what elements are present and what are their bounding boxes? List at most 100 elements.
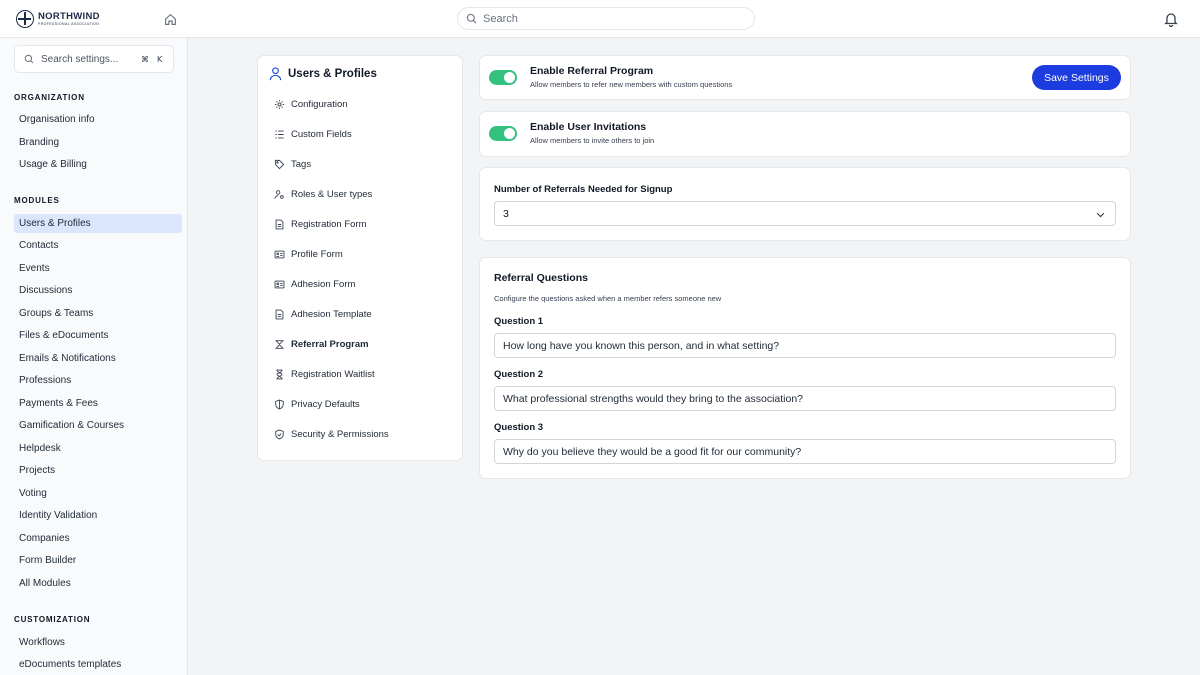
submenu-title: Users & Profiles (288, 67, 377, 80)
sidebar-item-helpdesk[interactable]: Helpdesk (14, 439, 182, 458)
users-profiles-submenu: Users & Profiles Configuration Custom Fi… (257, 55, 463, 461)
question-2-label: Question 2 (494, 369, 544, 380)
submenu-item-label: Privacy Defaults (291, 398, 360, 410)
search-icon (24, 54, 34, 64)
id-card-icon (274, 250, 285, 258)
hourglass-icon (276, 369, 283, 379)
keyboard-shortcut: ⌘ K (141, 55, 162, 64)
settings-search-input[interactable] (41, 53, 129, 65)
global-search[interactable] (457, 7, 755, 30)
submenu-item-label: Configuration (291, 98, 348, 110)
referrals-needed-select[interactable]: 3 (494, 201, 1116, 226)
sidebar-item-discussions[interactable]: Discussions (14, 281, 182, 300)
sidebar-item-all-modules[interactable]: All Modules (14, 574, 182, 593)
brand-tagline: PROFESSIONAL ASSOCIATION (38, 21, 100, 26)
question-3-label: Question 3 (494, 422, 544, 433)
referral-questions-title: Referral Questions (494, 272, 588, 284)
submenu-item-configuration[interactable]: Configuration (274, 95, 348, 113)
referrals-needed-value: 3 (503, 207, 509, 220)
k-key: K (157, 54, 163, 64)
submenu-item-label: Security & Permissions (291, 428, 389, 440)
submenu-item-privacy-defaults[interactable]: Privacy Defaults (274, 395, 360, 413)
list-icon (275, 130, 284, 138)
section-title-customization: CUSTOMIZATION (14, 615, 91, 624)
sidebar-item-contacts[interactable]: Contacts (14, 236, 182, 255)
sidebar-item-identity-validation[interactable]: Identity Validation (14, 506, 182, 525)
sidebar-item-files-edocuments[interactable]: Files & eDocuments (14, 326, 182, 345)
shield-check-icon (275, 429, 284, 439)
referral-questions-description: Configure the questions asked when a mem… (494, 294, 722, 303)
search-icon (466, 13, 477, 24)
section-title-modules: MODULES (14, 196, 60, 205)
referral-icon (275, 339, 284, 349)
submenu-item-label: Registration Form (291, 218, 367, 230)
section-title-organization: ORGANIZATION (14, 93, 85, 102)
submenu-item-roles-user-types[interactable]: Roles & User types (274, 185, 372, 203)
sidebar-item-users-profiles[interactable]: Users & Profiles (14, 214, 182, 233)
submenu-item-custom-fields[interactable]: Custom Fields (274, 125, 352, 143)
command-key: ⌘ (141, 54, 149, 64)
sidebar-item-usage-billing[interactable]: Usage & Billing (14, 155, 182, 174)
submenu-item-tags[interactable]: Tags (274, 155, 311, 173)
notifications-bell-icon[interactable] (1163, 11, 1179, 28)
submenu-item-registration-form[interactable]: Registration Form (274, 215, 367, 233)
submenu-item-label: Tags (291, 158, 312, 170)
submenu-item-registration-waitlist[interactable]: Registration Waitlist (274, 365, 375, 383)
sidebar-item-workflows[interactable]: Workflows (14, 633, 182, 652)
question-1-label: Question 1 (494, 316, 544, 327)
sidebar-item-companies[interactable]: Companies (14, 529, 182, 548)
gear-icon (275, 99, 284, 109)
sidebar-item-voting[interactable]: Voting (14, 484, 182, 503)
document-icon (275, 309, 284, 319)
sidebar-item-events[interactable]: Events (14, 259, 182, 278)
tag-icon (274, 159, 285, 169)
submenu-item-label: Custom Fields (291, 128, 352, 140)
user-invitations-title: Enable User Invitations (530, 121, 647, 133)
sidebar-item-payments-fees[interactable]: Payments & Fees (14, 394, 182, 413)
chevron-down-icon (1096, 212, 1105, 218)
submenu-header: Users & Profiles (268, 66, 377, 81)
brand-logo[interactable]: NORTHWIND PROFESSIONAL ASSOCIATION (16, 10, 100, 28)
sidebar-item-form-builder[interactable]: Form Builder (14, 551, 182, 570)
sidebar-item-professions[interactable]: Professions (14, 371, 182, 390)
global-search-input[interactable] (483, 12, 743, 25)
submenu-item-security-permissions[interactable]: Security & Permissions (274, 425, 389, 443)
compass-logo-icon (16, 10, 34, 28)
home-icon[interactable] (162, 11, 178, 27)
user-roles-icon (274, 189, 284, 199)
submenu-item-referral-program[interactable]: Referral Program (274, 335, 369, 353)
question-2-input[interactable] (494, 386, 1116, 411)
sidebar-item-emails-notifications[interactable]: Emails & Notifications (14, 349, 182, 368)
sidebar-item-organisation-info[interactable]: Organisation info (14, 110, 182, 129)
save-settings-button[interactable]: Save Settings (1032, 65, 1121, 90)
referral-program-description: Allow members to refer new members with … (530, 80, 733, 89)
sidebar-item-groups-teams[interactable]: Groups & Teams (14, 304, 182, 323)
user-icon (269, 67, 282, 81)
settings-search[interactable]: ⌘ K (14, 45, 174, 73)
top-bar: NORTHWIND PROFESSIONAL ASSOCIATION (0, 0, 1200, 38)
submenu-item-label: Referral Program (291, 338, 369, 350)
shield-icon (275, 399, 284, 409)
referral-program-title: Enable Referral Program (530, 65, 654, 77)
sidebar-item-gamification-courses[interactable]: Gamification & Courses (14, 416, 182, 435)
sidebar-item-edocuments-templates[interactable]: eDocuments templates (14, 655, 182, 674)
submenu-item-label: Registration Waitlist (291, 368, 375, 380)
submenu-item-label: Profile Form (291, 248, 343, 260)
referral-program-toggle[interactable] (489, 70, 517, 85)
submenu-item-adhesion-template[interactable]: Adhesion Template (274, 305, 372, 323)
document-icon (275, 219, 284, 229)
sidebar-item-projects[interactable]: Projects (14, 461, 182, 480)
user-invitations-toggle[interactable] (489, 126, 517, 141)
submenu-item-adhesion-form[interactable]: Adhesion Form (274, 275, 355, 293)
brand-name: NORTHWIND (38, 11, 100, 22)
question-3-input[interactable] (494, 439, 1116, 464)
question-1-input[interactable] (494, 333, 1116, 358)
submenu-item-label: Roles & User types (291, 188, 373, 200)
sidebar-item-branding[interactable]: Branding (14, 133, 182, 152)
settings-sidebar: ⌘ K ORGANIZATION Organisation info Brand… (0, 38, 188, 675)
id-card-icon (274, 280, 285, 288)
submenu-item-profile-form[interactable]: Profile Form (274, 245, 343, 263)
submenu-item-label: Adhesion Form (291, 278, 356, 290)
referrals-needed-label: Number of Referrals Needed for Signup (494, 184, 673, 195)
user-invitations-card (479, 111, 1131, 157)
